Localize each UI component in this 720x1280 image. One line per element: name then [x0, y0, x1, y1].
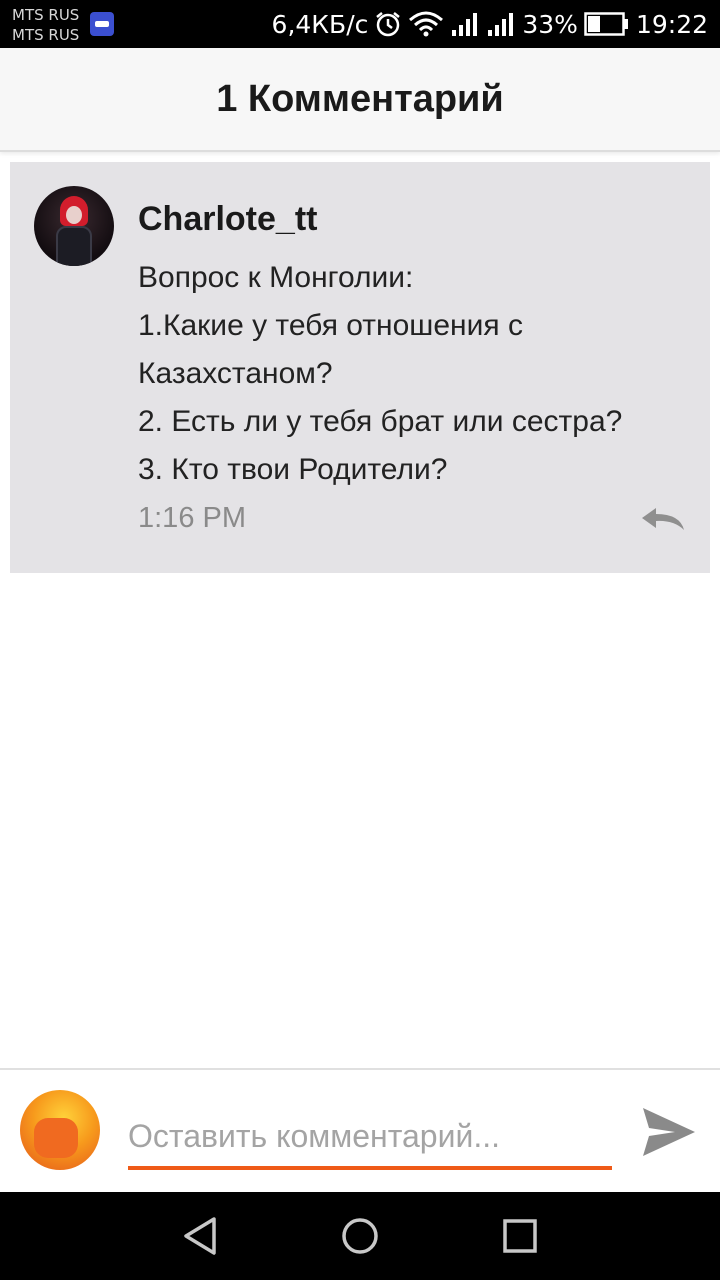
signal-icon	[486, 10, 516, 38]
comment-author[interactable]: Charlote_tt	[138, 200, 317, 239]
signal-icon	[450, 10, 480, 38]
avatar-face	[66, 206, 82, 224]
current-user-avatar[interactable]	[20, 1090, 100, 1170]
carrier-2: MTS RUS	[12, 26, 80, 44]
comment-text: Вопрос к Монголии: 1.Какие у тебя отноше…	[138, 254, 698, 494]
avatar-fist	[34, 1118, 78, 1158]
navigation-bar	[0, 1192, 720, 1280]
avatar[interactable]	[34, 186, 114, 266]
comment-line: 2. Есть ли у тебя брат или сестра?	[138, 405, 623, 438]
comment-card: Charlote_tt Вопрос к Монголии: 1.Какие у…	[10, 162, 710, 573]
status-indicators: 6,4КБ/с 33% 19:22	[272, 0, 708, 48]
avatar-body	[56, 226, 92, 266]
header: 1 Комментарий	[0, 48, 720, 152]
send-button[interactable]	[640, 1104, 698, 1160]
comment-line: Вопрос к Монголии:	[138, 261, 414, 294]
carrier-info: MTS RUS MTS RUS	[12, 5, 79, 45]
alarm-icon	[374, 10, 402, 38]
comment-line: Казахстаном?	[138, 357, 333, 390]
back-icon[interactable]	[180, 1216, 220, 1256]
home-icon[interactable]	[340, 1216, 380, 1256]
battery-percent: 33%	[522, 9, 578, 39]
comment-composer	[0, 1068, 720, 1192]
battery-icon	[584, 11, 630, 37]
status-bar: MTS RUS MTS RUS 6,4КБ/с 33% 19:22	[0, 0, 720, 48]
comment-timestamp: 1:16 PM	[138, 502, 246, 534]
send-icon	[643, 1108, 695, 1156]
app-notification-icon	[90, 12, 114, 36]
clock-time: 19:22	[635, 9, 708, 39]
comment-line: 1.Какие у тебя отношения с	[138, 309, 523, 342]
wifi-icon	[408, 10, 444, 38]
comment-input[interactable]	[128, 1106, 612, 1170]
network-speed: 6,4КБ/с	[271, 9, 369, 39]
reply-icon[interactable]	[640, 502, 688, 536]
carrier-1: MTS RUS	[12, 6, 80, 24]
recents-icon[interactable]	[500, 1216, 540, 1256]
page-title: 1 Комментарий	[216, 77, 504, 120]
comment-line: 3. Кто твои Родители?	[138, 453, 448, 486]
